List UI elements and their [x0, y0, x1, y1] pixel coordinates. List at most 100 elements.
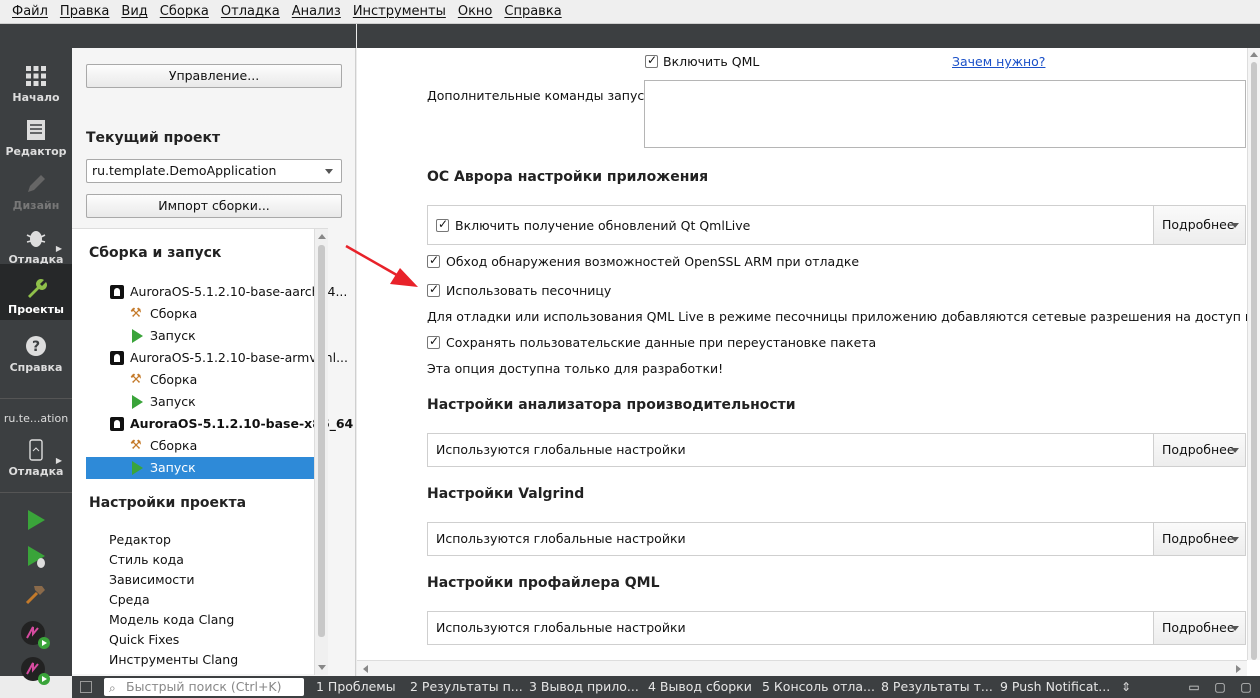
manage-kits-button[interactable]: Управление... — [86, 64, 342, 88]
kit-item[interactable]: AuroraOS-5.1.2.10-base-armv7hl... — [72, 347, 348, 369]
enable-qml-checkbox[interactable] — [645, 53, 658, 68]
build-label: Сборка — [150, 438, 198, 453]
toggle-progress-icon[interactable]: ▢ — [1212, 679, 1228, 695]
scroll-up-icon[interactable] — [318, 234, 326, 239]
mode-debug[interactable]: Отладка ▶ — [0, 216, 72, 270]
settings-item-quick-fixes[interactable]: Quick Fixes — [109, 632, 179, 647]
locator-input[interactable]: ⌕ Быстрый поиск (Ctrl+K) — [104, 678, 304, 696]
menu-view[interactable]: Вид — [115, 4, 153, 19]
menu-window[interactable]: Окно — [452, 4, 499, 19]
enable-qml-label: Включить QML — [663, 54, 760, 69]
debug-run-icon[interactable] — [24, 544, 48, 570]
qmllive-checkbox[interactable] — [436, 217, 449, 232]
run-item-selected[interactable]: Запуск — [86, 457, 314, 479]
mode-projects[interactable]: Проекты — [0, 264, 72, 320]
scroll-thumb[interactable] — [1251, 62, 1257, 660]
import-build-button[interactable]: Импорт сборки... — [86, 194, 342, 218]
scroll-up-icon[interactable] — [1250, 52, 1258, 57]
run-settings-panel: Включить QML Зачем нужно? Дополнительные… — [357, 24, 1260, 676]
mode-edit[interactable]: Редактор — [0, 108, 72, 162]
perf-details-button[interactable]: Подробнее — [1153, 434, 1245, 466]
settings-item-editor[interactable]: Редактор — [109, 532, 171, 547]
run-item[interactable]: Запуск — [72, 391, 328, 413]
build-item[interactable]: ⚒ Сборка — [72, 435, 328, 457]
main-scrollbar[interactable] — [1247, 48, 1260, 660]
menu-edit[interactable]: Правка — [54, 4, 115, 19]
menu-build[interactable]: Сборка — [154, 4, 215, 19]
scroll-left-icon[interactable] — [363, 665, 368, 673]
run-item[interactable]: Запуск — [72, 325, 328, 347]
annotation-arrow-icon — [345, 244, 418, 287]
separator — [0, 492, 72, 493]
scroll-down-icon[interactable] — [318, 665, 326, 670]
pane-tab-debugger-console[interactable]: 5 Консоль отла... — [762, 676, 875, 698]
mode-label: Справка — [9, 361, 63, 374]
settings-item-environment[interactable]: Среда — [109, 592, 150, 607]
settings-item-dependencies[interactable]: Зависимости — [109, 572, 195, 587]
openssl-checkbox[interactable] — [427, 253, 440, 268]
menu-help[interactable]: Справка — [498, 4, 567, 19]
valgrind-details-button[interactable]: Подробнее — [1153, 523, 1245, 555]
aurora-deploy-icon[interactable] — [20, 620, 52, 650]
svg-text:?: ? — [32, 339, 40, 355]
main-horizontal-scrollbar[interactable] — [357, 660, 1247, 676]
pane-tab-test-results[interactable]: 8 Результаты т... — [881, 676, 993, 698]
menu-file[interactable]: Файл — [6, 4, 54, 19]
scroll-right-icon[interactable] — [1236, 665, 1241, 673]
aurora-run-icon[interactable] — [20, 656, 52, 686]
main-toolbar — [357, 24, 1260, 48]
settings-item-code-style[interactable]: Стиль кода — [109, 552, 184, 567]
sandbox-checkbox[interactable] — [427, 282, 440, 297]
mode-label: Начало — [12, 91, 60, 104]
pane-tab-compile-output[interactable]: 4 Вывод сборки — [648, 676, 752, 698]
valgrind-settings-panel: Используются глобальные настройки Подроб… — [427, 522, 1246, 556]
build-run-tree: Сборка и запуск AuroraOS-5.1.2.10-base-a… — [72, 228, 372, 675]
separator — [0, 398, 72, 399]
why-needed-link[interactable]: Зачем нужно? — [952, 54, 1045, 69]
run-icon[interactable] — [24, 508, 48, 532]
menu-tools[interactable]: Инструменты — [347, 4, 452, 19]
settings-item-clang-code-model[interactable]: Модель кода Clang — [109, 612, 234, 627]
sidebar-scrollbar[interactable] — [314, 229, 328, 675]
progress-details-icon[interactable]: ▭ — [1186, 679, 1202, 695]
settings-item-clang-tools[interactable]: Инструменты Clang — [109, 652, 238, 667]
kit-selector[interactable]: Отладка ▶ — [0, 428, 72, 482]
perf-settings-title: Настройки анализатора производительности — [427, 397, 796, 413]
keep-data-checkbox[interactable] — [427, 334, 440, 349]
qml-profiler-details-button[interactable]: Подробнее — [1153, 612, 1245, 644]
extra-commands-label: Дополнительные команды запуска: — [427, 88, 664, 103]
toggle-sidebar-icon[interactable] — [80, 681, 92, 693]
menu-analyze[interactable]: Анализ — [286, 4, 347, 19]
qmllive-details-button[interactable]: Подробнее — [1153, 206, 1245, 244]
current-project-select[interactable]: ru.template.DemoApplication — [86, 159, 342, 183]
kit-item[interactable]: AuroraOS-5.1.2.10-base-aarch64... — [72, 281, 347, 303]
mode-welcome[interactable]: Начало — [0, 54, 72, 108]
extra-commands-input[interactable] — [644, 80, 1246, 148]
notification-icon[interactable]: ▢ — [1238, 679, 1254, 695]
pane-tab-search-results[interactable]: 2 Результаты п... — [410, 676, 523, 698]
valgrind-settings-status: Используются глобальные настройки — [436, 531, 686, 546]
build-hammer-icon[interactable] — [24, 582, 48, 606]
output-pane-bar: ⌕ Быстрый поиск (Ctrl+K) 1 Проблемы 2 Ре… — [72, 676, 1260, 698]
qml-profiler-settings-panel: Используются глобальные настройки Подроб… — [427, 611, 1246, 645]
pane-tab-app-output[interactable]: 3 Вывод прило... — [529, 676, 639, 698]
kit-item-active[interactable]: AuroraOS-5.1.2.10-base-x86_64 ... — [72, 413, 372, 435]
scroll-thumb[interactable] — [318, 245, 325, 637]
mode-label: Дизайн — [12, 199, 60, 212]
build-item[interactable]: ⚒ Сборка — [72, 303, 328, 325]
kit-selector-project[interactable]: ru.te...ation — [0, 412, 72, 425]
help-icon: ? — [26, 336, 46, 356]
menu-bar: Файл Правка Вид Сборка Отладка Анализ Ин… — [0, 0, 1260, 24]
chevron-down-icon — [1231, 626, 1239, 631]
document-icon — [27, 120, 45, 140]
pane-tab-push-notifications[interactable]: 9 Push Notificat... — [1000, 676, 1110, 698]
mode-help[interactable]: ? Справка — [0, 324, 72, 378]
menu-debug[interactable]: Отладка — [215, 4, 286, 19]
kit-name: AuroraOS-5.1.2.10-base-x86_64 ... — [130, 416, 372, 431]
more-panes-icon[interactable]: ⇕ — [1118, 679, 1134, 695]
pane-tab-issues[interactable]: 1 Проблемы — [316, 676, 396, 698]
build-item[interactable]: ⚒ Сборка — [72, 369, 328, 391]
mode-design[interactable]: Дизайн — [0, 162, 72, 216]
qml-profiler-settings-title: Настройки профайлера QML — [427, 575, 660, 591]
chevron-down-icon — [1231, 223, 1239, 228]
